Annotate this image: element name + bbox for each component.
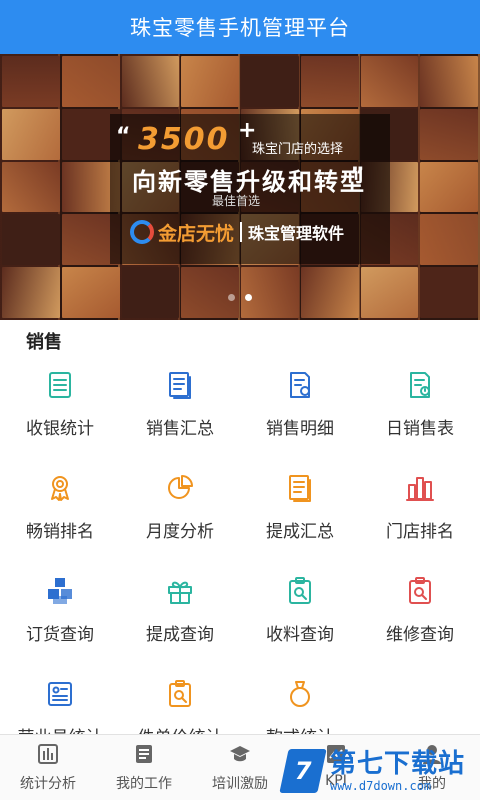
chart-icon (37, 743, 59, 765)
menu-item[interactable]: 提成汇总 (240, 465, 360, 568)
menu-item-label: 收料查询 (266, 625, 334, 645)
brand-logo-icon (130, 220, 154, 244)
menu-scroll-area[interactable]: 收银统计 销售汇总 销售明细 日销售表畅销排名 月度分析 提成汇总 门店排名订货查询 提成查询… (0, 362, 480, 734)
menu-item-label: 销售明细 (266, 419, 334, 439)
collage-photo (2, 214, 60, 266)
banner-brand-name: 金店无忧 (158, 222, 235, 245)
carousel-dot-active[interactable] (245, 294, 252, 301)
collage-photo (241, 56, 299, 107)
watermark-logo: 7 (279, 749, 327, 793)
collage-photo (2, 267, 60, 318)
clipboard-search-icon (405, 576, 435, 606)
tab-label: 统计分析 (20, 776, 76, 792)
header-title: 珠宝零售手机管理平台 (130, 16, 350, 40)
collage-photo (181, 267, 239, 318)
collage-photo (121, 267, 180, 318)
menu-item-label: 营业员统计 (18, 723, 103, 734)
menu-item[interactable]: 畅销排名 (0, 465, 120, 568)
banner-carousel[interactable]: “ 3500 + 珠宝门店的选择 向新零售升级和转型 ” 最佳首选 金店无忧 珠… (0, 54, 480, 320)
menu-item[interactable]: 收料查询 (240, 568, 360, 671)
tab-2[interactable]: 培训激励 (192, 735, 288, 800)
menu-item[interactable]: 收银统计 (0, 362, 120, 465)
banner-brand: 金店无忧 珠宝管理软件 (130, 214, 354, 250)
banner-number: 3500 (138, 122, 230, 157)
collage-photo (2, 161, 60, 213)
carousel-dot[interactable] (228, 294, 235, 301)
menu-grid: 收银统计 销售汇总 销售明细 日销售表畅销排名 月度分析 提成汇总 门店排名订货查询 提成查询… (0, 362, 480, 734)
collage-photo (420, 267, 478, 318)
document-icon (285, 473, 315, 503)
menu-item-label: 月度分析 (146, 522, 214, 542)
collage-photo (2, 56, 60, 107)
collage-photo (241, 267, 299, 318)
watermark: 7 第七下载站 www.d7down.com (279, 742, 480, 800)
document-icon (165, 370, 195, 400)
menu-item-label: 维修查询 (386, 625, 454, 645)
menu-item[interactable]: 销售汇总 (120, 362, 240, 465)
menu-item-label: 件单价统计 (138, 723, 223, 734)
collage-photo (420, 56, 478, 107)
menu-item-label: 提成查询 (146, 625, 214, 645)
collage-photo (181, 56, 239, 107)
menu-item[interactable]: 件单价统计 (120, 671, 240, 734)
menu-item[interactable]: 订货查询 (0, 568, 120, 671)
menu-item[interactable]: 门店排名 (360, 465, 480, 568)
collage-photo (360, 267, 419, 318)
menu-item-label: 畅销排名 (26, 522, 94, 542)
watermark-title: 第七下载站 (330, 749, 466, 779)
menu-item[interactable]: 提成查询 (120, 568, 240, 671)
menu-item-label: 提成汇总 (266, 522, 334, 542)
worklist-icon (133, 743, 155, 765)
menu-item-label: 收银统计 (26, 419, 94, 439)
app-header: 珠宝零售手机管理平台 (0, 0, 480, 54)
banner-subtitle3: 最佳首选 (212, 194, 261, 208)
list-icon (45, 370, 75, 400)
collage-photo (360, 56, 419, 107)
ring-icon (285, 679, 315, 709)
menu-item-label: 销售汇总 (146, 419, 214, 439)
collage-photo (61, 56, 120, 107)
menu-item[interactable]: 月度分析 (120, 465, 240, 568)
graduation-cap-icon (229, 743, 251, 765)
collage-photo (420, 214, 478, 266)
collage-photo (420, 108, 478, 160)
gift-icon (165, 576, 195, 606)
menu-item[interactable]: 日销售表 (360, 362, 480, 465)
collage-photo (300, 267, 359, 318)
menu-item[interactable]: 维修查询 (360, 568, 480, 671)
tab-label: 我的工作 (116, 776, 172, 792)
document-detail-icon (285, 370, 315, 400)
menu-item-label: 款式统计 (266, 723, 334, 734)
pie-chart-icon (165, 473, 195, 503)
bar-ranking-icon (405, 473, 435, 503)
collage-photo (300, 56, 359, 107)
menu-item-label: 订货查询 (26, 625, 94, 645)
menu-item[interactable]: 营业员统计 (0, 671, 120, 734)
watermark-url: www.d7down.com (330, 779, 432, 793)
menu-item-label: 日销售表 (386, 419, 454, 439)
collage-photo (2, 108, 60, 160)
menu-item[interactable]: 销售明细 (240, 362, 360, 465)
daily-sheet-icon (405, 370, 435, 400)
tab-0[interactable]: 统计分析 (0, 735, 96, 800)
boxes-icon (45, 576, 75, 606)
section-title: 销售 (26, 332, 62, 353)
banner-quote-open: “ (116, 124, 131, 149)
menu-item[interactable]: 款式统计 (240, 671, 360, 734)
tab-label: 培训激励 (212, 776, 268, 792)
banner-quote-close: ” (350, 164, 365, 189)
collage-photo (61, 267, 120, 318)
banner-divider (240, 222, 243, 242)
tab-1[interactable]: 我的工作 (96, 735, 192, 800)
clipboard-search-icon (165, 679, 195, 709)
id-card-icon (45, 679, 75, 709)
collage-photo (420, 161, 478, 213)
banner-subtitle1: 珠宝门店的选择 (252, 142, 344, 157)
menu-item-label: 门店排名 (386, 522, 454, 542)
banner-brand-tagline: 珠宝管理软件 (248, 224, 345, 243)
medal-icon (45, 473, 75, 503)
carousel-indicators (228, 294, 252, 301)
clipboard-search-icon (285, 576, 315, 606)
collage-photo (121, 56, 180, 107)
